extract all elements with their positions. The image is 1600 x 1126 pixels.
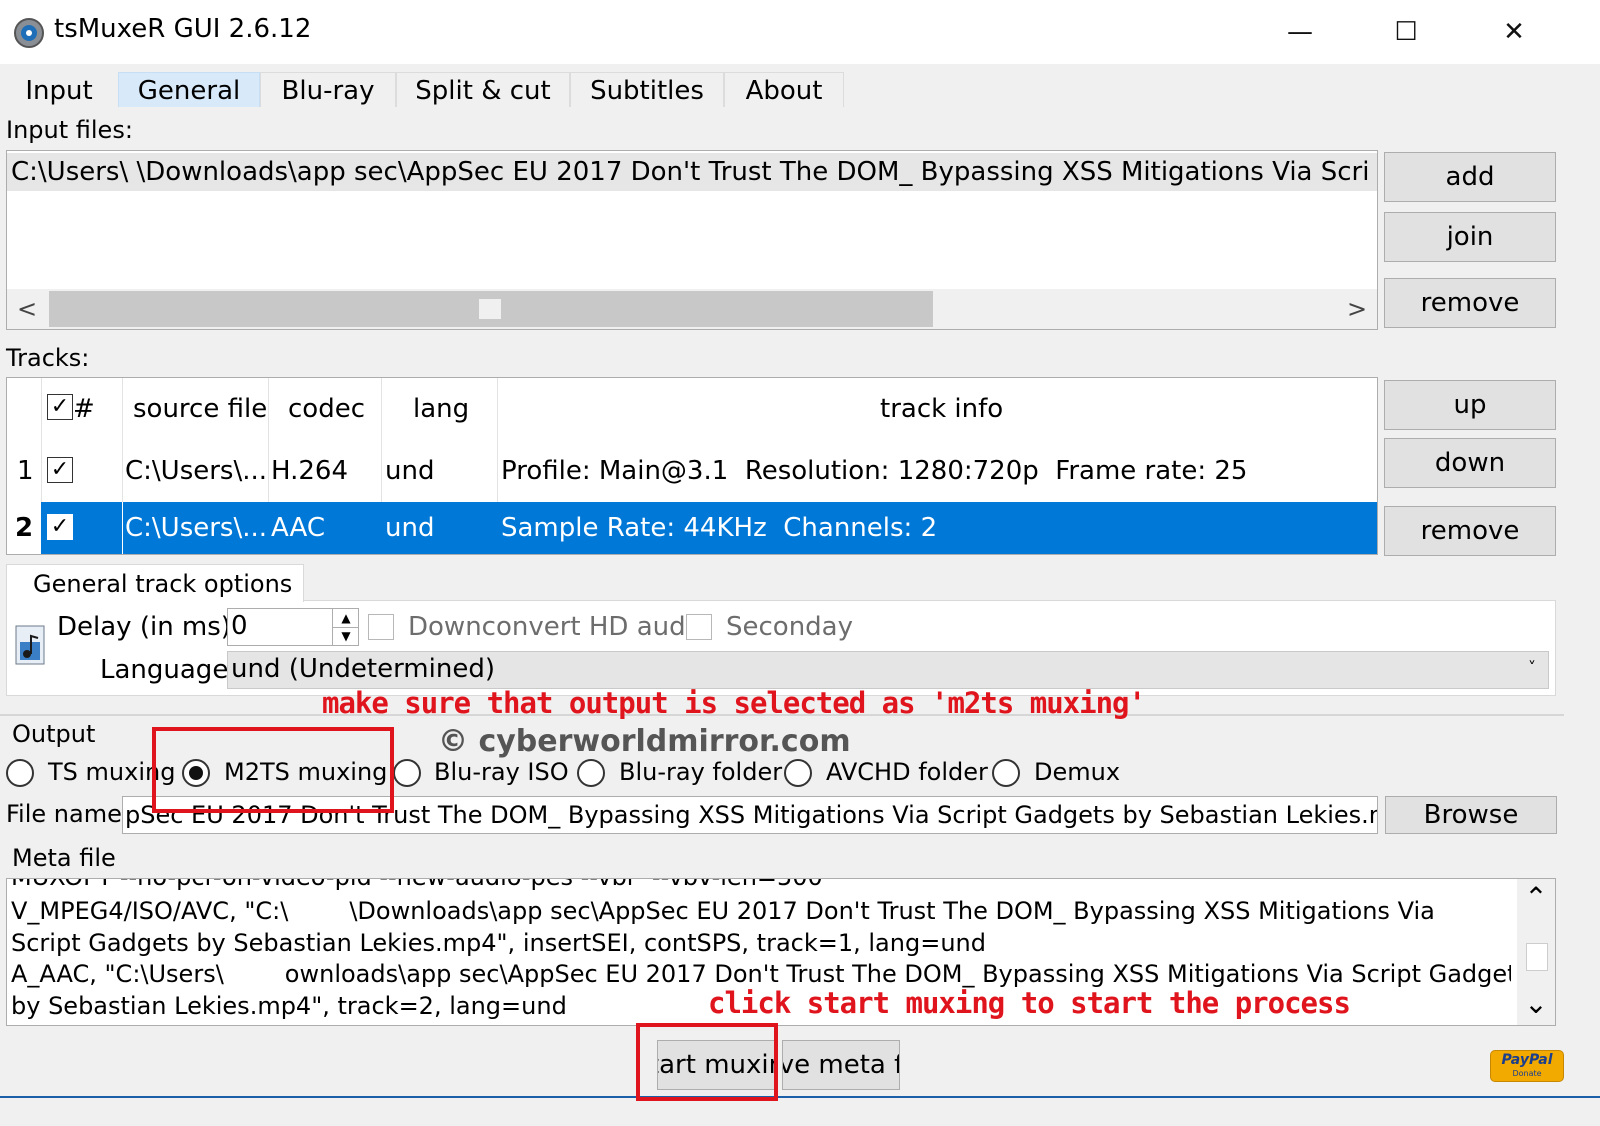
- title-bar: tsMuxeR GUI 2.6.12 — ☐ ✕: [0, 0, 1600, 64]
- output-label: Output: [12, 720, 96, 748]
- move-up-button[interactable]: up: [1384, 380, 1556, 430]
- language-label: Language:: [100, 655, 238, 685]
- input-files-label: Input files:: [6, 116, 133, 144]
- maximize-button[interactable]: ☐: [1376, 10, 1436, 54]
- meta-line: Script Gadgets by Sebastian Lekies.mp4",…: [11, 929, 986, 957]
- radio-label-bluray-folder[interactable]: Blu-ray folder: [619, 758, 782, 786]
- save-meta-file-button[interactable]: ve meta f: [782, 1040, 900, 1090]
- tab-about[interactable]: About: [724, 72, 844, 108]
- select-all-checkbox[interactable]: ✓: [47, 394, 73, 420]
- file-name-label: File name: [6, 800, 122, 828]
- header-codec[interactable]: codec: [288, 380, 365, 438]
- secondary-checkbox[interactable]: [686, 614, 712, 640]
- header-track-info[interactable]: track info: [880, 380, 1003, 438]
- meta-file-label: Meta file: [12, 844, 116, 872]
- paypal-logo: PayPal: [1501, 1052, 1553, 1068]
- scrollbar-grip: [479, 299, 501, 319]
- tab-input[interactable]: Input: [0, 72, 118, 108]
- move-down-button[interactable]: down: [1384, 438, 1556, 488]
- tab-general[interactable]: General: [118, 72, 260, 108]
- horizontal-scrollbar[interactable]: < >: [7, 289, 1377, 329]
- track-source-file: C:\Users\...: [125, 513, 267, 543]
- scroll-down-icon[interactable]: ⌄: [1517, 987, 1555, 1021]
- scroll-up-icon[interactable]: ⌃: [1517, 881, 1555, 915]
- track-lang: und: [385, 513, 435, 543]
- track-lang: und: [385, 456, 435, 486]
- window-title: tsMuxeR GUI 2.6.12: [54, 14, 312, 44]
- radio-label-avchd-folder[interactable]: AVCHD folder: [826, 758, 988, 786]
- track-codec: AAC: [271, 513, 325, 543]
- app-gear-icon: [14, 18, 44, 48]
- tracks-label: Tracks:: [6, 344, 90, 372]
- table-row[interactable]: 1 ✓ C:\Users\... H.264 und Profile: Main…: [7, 442, 1377, 500]
- tab-split-cut[interactable]: Split & cut: [396, 72, 570, 108]
- radio-label-demux[interactable]: Demux: [1034, 758, 1120, 786]
- track-num: 1: [17, 456, 34, 486]
- delay-spinbox[interactable]: 0 ▲ ▼: [227, 608, 359, 646]
- maximize-icon: ☐: [1394, 17, 1418, 47]
- track-checkbox[interactable]: ✓: [47, 514, 73, 540]
- meta-line: V_MPEG4/ISO/AVC, "C:\ \Downloads\app sec…: [11, 897, 1435, 925]
- downconvert-checkbox[interactable]: [368, 614, 394, 640]
- scrollbar-thumb[interactable]: [49, 291, 933, 327]
- radio-demux[interactable]: [992, 759, 1020, 787]
- table-row[interactable]: 2 ✓ C:\Users\... AAC und Sample Rate: 44…: [7, 502, 1377, 554]
- scroll-right-icon[interactable]: >: [1337, 289, 1377, 329]
- delay-value[interactable]: 0: [231, 611, 248, 641]
- radio-ts-muxing[interactable]: [6, 759, 34, 787]
- annotation-start-note: click start muxing to start the process: [708, 986, 1351, 1020]
- track-source-file: C:\Users\...: [125, 456, 267, 486]
- scrollbar-thumb[interactable]: [1526, 943, 1548, 971]
- chevron-down-icon[interactable]: ˅: [1528, 658, 1536, 677]
- tracks-header-row: ✓ # source file codec lang track info: [7, 378, 1377, 438]
- highlight-start-box: [636, 1023, 778, 1101]
- track-codec: H.264: [271, 456, 348, 486]
- close-button[interactable]: ✕: [1484, 10, 1544, 54]
- header-num: #: [73, 394, 95, 424]
- track-info: Profile: Main@3.1 Resolution: 1280:720p …: [501, 456, 1248, 486]
- header-source-file[interactable]: source file: [133, 380, 267, 438]
- language-value: und (Undetermined): [231, 654, 495, 684]
- audio-file-icon: [15, 625, 45, 665]
- language-select[interactable]: und (Undetermined) ˅: [227, 651, 1549, 689]
- header-lang[interactable]: lang: [413, 380, 469, 438]
- close-icon: ✕: [1503, 17, 1525, 47]
- input-file-item[interactable]: C:\Users\ \Downloads\app sec\AppSec EU 2…: [7, 153, 1377, 191]
- tab-blu-ray[interactable]: Blu-ray: [260, 72, 396, 108]
- remove-file-button[interactable]: remove: [1384, 278, 1556, 328]
- downconvert-label: Downconvert HD audio: [408, 612, 709, 642]
- meta-line: by Sebastian Lekies.mp4", track=2, lang=…: [11, 992, 567, 1020]
- radio-bluray-folder[interactable]: [577, 759, 605, 787]
- track-checkbox[interactable]: ✓: [47, 457, 73, 483]
- tracks-table: ✓ # source file codec lang track info 1 …: [6, 377, 1378, 555]
- paypal-donate-label: Donate: [1512, 1069, 1542, 1078]
- radio-avchd-folder[interactable]: [784, 759, 812, 787]
- spin-down-icon[interactable]: ▼: [332, 627, 359, 645]
- window-bottom-border: [0, 1096, 1600, 1126]
- scroll-left-icon[interactable]: <: [7, 289, 47, 329]
- remove-track-button[interactable]: remove: [1384, 506, 1556, 556]
- meta-line: A_AAC, "C:\Users\ ownloads\app sec\AppSe…: [11, 960, 1511, 988]
- join-button[interactable]: join: [1384, 212, 1556, 262]
- watermark: © cyberworldmirror.com: [438, 724, 851, 759]
- tab-general-track-options[interactable]: General track options: [6, 564, 304, 602]
- track-num: 2: [15, 513, 34, 543]
- tab-subtitles[interactable]: Subtitles: [570, 72, 724, 108]
- delay-label: Delay (in ms):: [57, 612, 240, 642]
- radio-label-bluray-iso[interactable]: Blu-ray ISO: [434, 758, 569, 786]
- radio-bluray-iso[interactable]: [393, 759, 421, 787]
- minimize-icon: —: [1287, 17, 1313, 47]
- spin-up-icon[interactable]: ▲: [332, 609, 359, 628]
- track-info: Sample Rate: 44KHz Channels: 2: [501, 513, 938, 543]
- meta-line: MUXOPT --no-pcr-on-video-pid --new-audio…: [11, 879, 823, 891]
- paypal-donate-button[interactable]: PayPal Donate: [1490, 1050, 1564, 1082]
- input-files-list[interactable]: C:\Users\ \Downloads\app sec\AppSec EU 2…: [6, 150, 1378, 330]
- add-button[interactable]: add: [1384, 152, 1556, 202]
- secondary-label: Seconday: [726, 612, 854, 642]
- highlight-m2ts-box: [152, 727, 394, 813]
- vertical-scrollbar[interactable]: ⌃ ⌄: [1517, 879, 1555, 1025]
- browse-button[interactable]: Browse: [1385, 796, 1557, 834]
- minimize-button[interactable]: —: [1270, 10, 1330, 54]
- annotation-output-note: make sure that output is selected as 'm2…: [322, 686, 1146, 720]
